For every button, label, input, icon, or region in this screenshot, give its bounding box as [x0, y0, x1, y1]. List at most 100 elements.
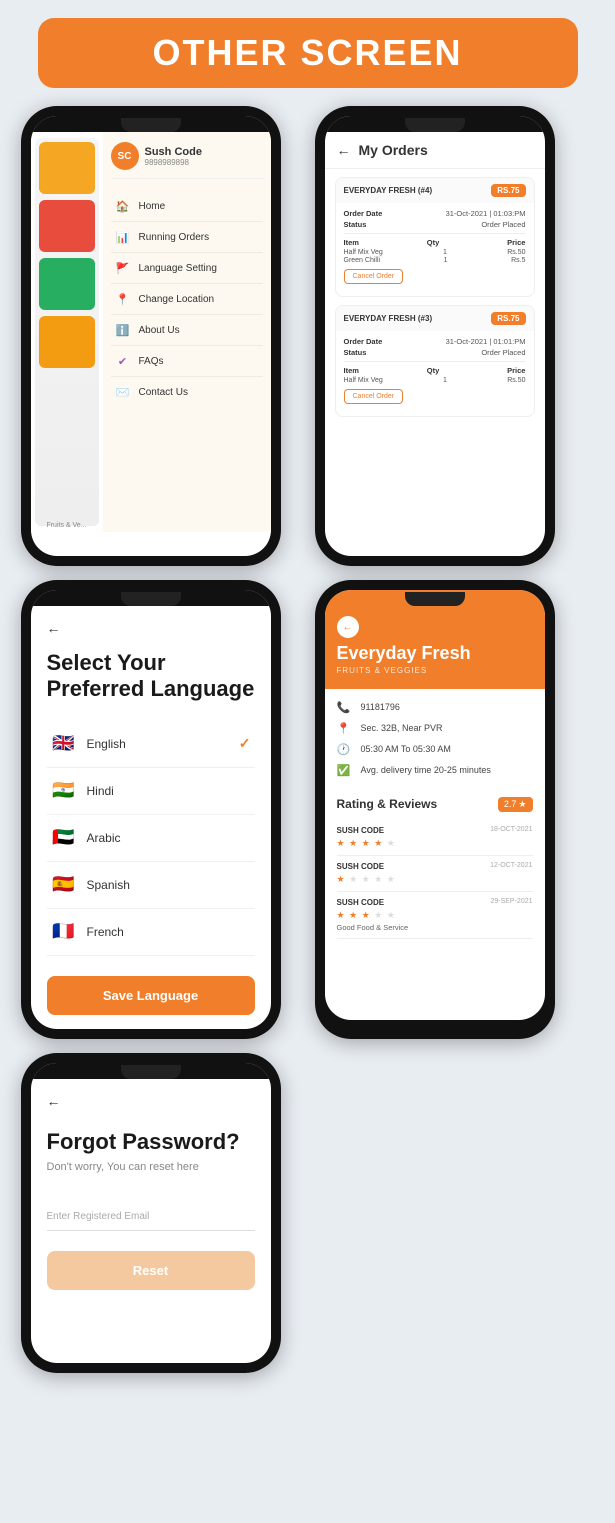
user-name: Sush Code	[145, 146, 202, 158]
order-date-val-1: 31-Oct-2021 | 01:03:PM	[446, 209, 526, 218]
check-icon: ✔	[115, 353, 131, 369]
lang-name-arabic: Arabic	[87, 831, 121, 845]
cancel-order-btn-1[interactable]: Cancel Order	[344, 269, 404, 284]
phone-screen-sidebar: Fruits & Ve... SC Sush Code 9898989898 🏠…	[31, 116, 271, 556]
order-details-1: Order Date 31-Oct-2021 | 01:03:PM Status…	[336, 203, 534, 296]
home-icon: 🏠	[115, 198, 131, 214]
food-thumb-4	[39, 316, 95, 368]
menu-item-language-setting[interactable]: 🚩 Language Setting	[111, 253, 263, 284]
menu-item-faqs[interactable]: ✔ FAQs	[111, 346, 263, 377]
item-qty-1b: 1	[444, 257, 448, 264]
order-status-row-1: Status Order Placed	[344, 220, 526, 229]
review-date-3: 29-SEP-2021	[490, 898, 532, 907]
reviewer-name-3: SUSH CODE	[337, 898, 385, 907]
phone-icon: 📞	[337, 701, 353, 714]
store-hours-row: 🕐 05:30 AM To 05:30 AM	[337, 739, 533, 760]
forgot-subtitle: Don't worry, You can reset here	[47, 1161, 255, 1173]
lang-item-french[interactable]: 🇫🇷 French	[47, 909, 255, 956]
flag-hindi: 🇮🇳	[51, 778, 77, 804]
menu-label-about: About Us	[139, 325, 180, 336]
sidebar-content: Fruits & Ve... SC Sush Code 9898989898 🏠…	[31, 132, 271, 532]
language-back-button[interactable]: ←	[47, 620, 255, 636]
lang-left-arabic: 🇦🇪 Arabic	[51, 825, 121, 851]
store-info: 📞 91181796 📍 Sec. 32B, Near PVR 🕐 05:30 …	[325, 689, 545, 789]
review-top-3: SUSH CODE 29-SEP-2021	[337, 898, 533, 907]
lang-name-hindi: Hindi	[87, 784, 114, 798]
food-thumb-1	[39, 142, 95, 194]
forgot-title: Forgot Password?	[47, 1129, 255, 1155]
review-date-2: 12-OCT-2021	[490, 862, 532, 871]
item-name-2a: Half Mix Veg	[344, 377, 383, 384]
menu-item-contact[interactable]: ✉️ Contact Us	[111, 377, 263, 407]
orders-header: ← My Orders	[325, 132, 545, 169]
review-card-1: SUSH CODE 18-OCT-2021 ★ ★ ★ ★ ★	[337, 820, 533, 856]
lang-item-english[interactable]: 🇬🇧 English ✓	[47, 721, 255, 768]
store-hours: 05:30 AM To 05:30 AM	[361, 744, 451, 754]
flag-icon: 🚩	[115, 260, 131, 276]
item-col-header: Item	[344, 238, 359, 247]
store-back-button[interactable]: ←	[337, 616, 359, 638]
ratings-header: Rating & Reviews 2.7 ★	[337, 797, 533, 812]
lang-item-arabic[interactable]: 🇦🇪 Arabic	[47, 815, 255, 862]
flag-arabic: 🇦🇪	[51, 825, 77, 851]
menu-item-about[interactable]: ℹ️ About Us	[111, 315, 263, 346]
notch-bar-4	[325, 590, 545, 606]
order-status-val-1: Order Placed	[481, 220, 525, 229]
user-avatar: SC	[111, 142, 139, 170]
notch-bar-5	[31, 1063, 271, 1079]
reviewer-name-2: SUSH CODE	[337, 862, 385, 871]
store-phone: 91181796	[361, 702, 400, 712]
flag-english: 🇬🇧	[51, 731, 77, 757]
rating-badge: 2.7 ★	[498, 797, 533, 812]
lang-item-hindi[interactable]: 🇮🇳 Hindi	[47, 768, 255, 815]
food-thumb-2	[39, 200, 95, 252]
email-input-label: Enter Registered Email	[47, 1211, 255, 1222]
order-price-1: RS.75	[491, 184, 525, 197]
flag-french: 🇫🇷	[51, 919, 77, 945]
menu-item-home[interactable]: 🏠 Home	[111, 191, 263, 222]
item-qty-2a: 1	[443, 377, 447, 384]
lang-left-hindi: 🇮🇳 Hindi	[51, 778, 114, 804]
orders-back-button[interactable]: ←	[337, 142, 351, 158]
menu-item-running-orders[interactable]: 📊 Running Orders	[111, 222, 263, 253]
language-screen-content: ← Select Your Preferred Language 🇬🇧 Engl…	[31, 606, 271, 1029]
reset-button[interactable]: Reset	[47, 1251, 255, 1290]
notch-bar-1	[31, 116, 271, 132]
menu-label-location: Change Location	[139, 294, 215, 305]
order-card-1: EVERYDAY FRESH (#4) RS.75 Order Date 31-…	[335, 177, 535, 297]
order-status-label-1: Status	[344, 220, 367, 229]
order-details-2: Order Date 31-Oct-2021 | 01:01:PM Status…	[336, 331, 534, 416]
cancel-order-btn-2[interactable]: Cancel Order	[344, 389, 404, 404]
phone-frame-orders: ← My Orders EVERYDAY FRESH (#4) RS.75 Or…	[315, 106, 555, 566]
check-english: ✓	[239, 735, 251, 752]
order-date-label-1: Order Date	[344, 209, 383, 218]
email-input-container[interactable]: Enter Registered Email	[47, 1203, 255, 1231]
header-banner: OTHER SCREEN	[38, 18, 578, 88]
item-price-1a: Rs.50	[507, 249, 525, 256]
lang-item-spanish[interactable]: 🇪🇸 Spanish	[47, 862, 255, 909]
phone-frame-sidebar: Fruits & Ve... SC Sush Code 9898989898 🏠…	[21, 106, 281, 566]
lang-left-french: 🇫🇷 French	[51, 919, 124, 945]
phone-frame-store: ← Everyday Fresh FRUITS & VEGGIES 📞 9118…	[315, 580, 555, 1039]
qty-col-header-2: Qty	[427, 366, 440, 375]
phone-screen-orders: ← My Orders EVERYDAY FRESH (#4) RS.75 Or…	[325, 116, 545, 556]
review-card-2: SUSH CODE 12-OCT-2021 ★ ★ ★ ★ ★	[337, 856, 533, 892]
info-icon: ℹ️	[115, 322, 131, 338]
star-icon: ★	[518, 799, 526, 810]
user-phone: 9898989898	[145, 158, 202, 167]
forgot-back-button[interactable]: ←	[47, 1093, 255, 1109]
item-col-header-2: Item	[344, 366, 359, 375]
store-address-row: 📍 Sec. 32B, Near PVR	[337, 718, 533, 739]
screens-grid: Fruits & Ve... SC Sush Code 9898989898 🏠…	[13, 106, 603, 1373]
menu-item-change-location[interactable]: 📍 Change Location	[111, 284, 263, 315]
order-date-row-1: Order Date 31-Oct-2021 | 01:03:PM	[344, 209, 526, 218]
order-item-row-1b: Green Chilli 1 Rs.5	[344, 257, 526, 264]
lang-left-spanish: 🇪🇸 Spanish	[51, 872, 130, 898]
save-language-button[interactable]: Save Language	[47, 976, 255, 1015]
store-address: Sec. 32B, Near PVR	[361, 723, 443, 733]
order-card-2: EVERYDAY FRESH (#3) RS.75 Order Date 31-…	[335, 305, 535, 417]
lang-name-french: French	[87, 925, 124, 939]
order-price-2: RS.75	[491, 312, 525, 325]
qty-col-header: Qty	[427, 238, 440, 247]
price-col-header: Price	[507, 238, 525, 247]
